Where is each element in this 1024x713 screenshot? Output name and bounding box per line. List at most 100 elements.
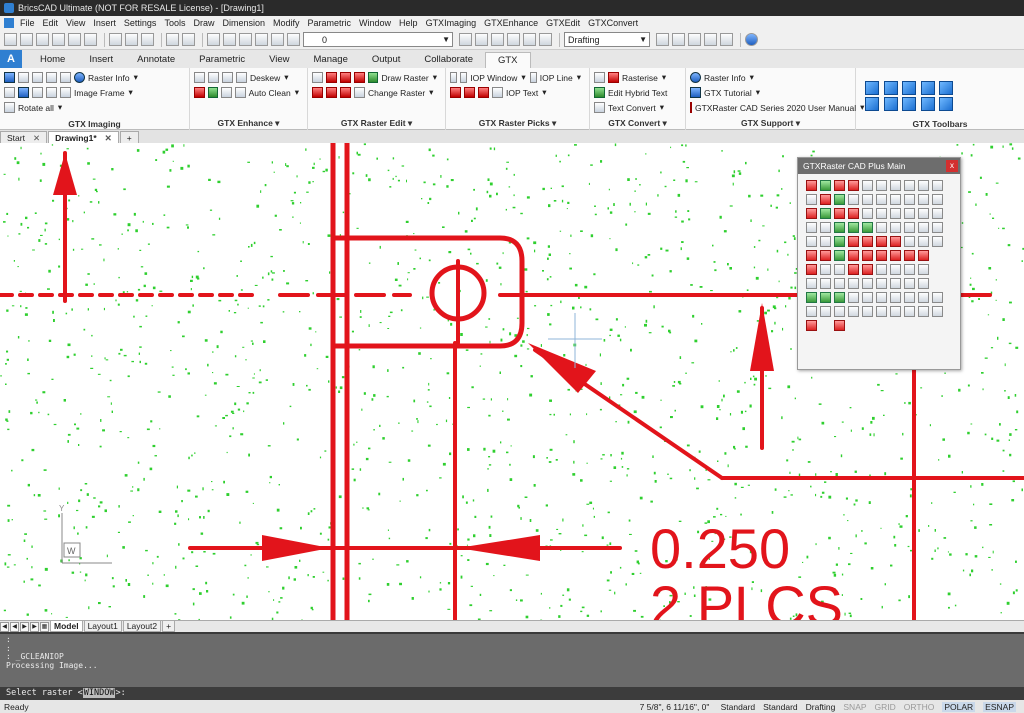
save-icon[interactable] xyxy=(36,33,49,46)
toolbar-tool-icon[interactable] xyxy=(820,278,831,289)
chevron-down-icon[interactable]: ▾ xyxy=(542,87,546,98)
chevron-down-icon[interactable]: ▾ xyxy=(129,87,133,98)
pick-area-icon[interactable] xyxy=(450,87,461,98)
change-raster-button[interactable]: Change Raster xyxy=(368,88,425,98)
toolbar-title-bar[interactable]: GTXRaster CAD Plus Main x xyxy=(798,158,960,174)
toolbar-tool-icon[interactable] xyxy=(904,250,915,261)
pick-line-icon[interactable] xyxy=(450,72,458,83)
iop-line-button[interactable]: IOP Line xyxy=(540,73,573,83)
toolbar-tool-icon[interactable] xyxy=(862,278,873,289)
toolbar-tool-icon[interactable] xyxy=(820,236,831,247)
prev-layout-icon[interactable]: ◀ xyxy=(10,621,19,632)
toolbar-tool-icon[interactable] xyxy=(806,208,817,219)
pick-poly-icon[interactable] xyxy=(464,87,475,98)
toolbar-tool-icon[interactable] xyxy=(820,194,831,205)
add-layout-button[interactable]: + xyxy=(162,621,176,632)
toolbar-tool-icon[interactable] xyxy=(862,250,873,261)
menu-parametric[interactable]: Parametric xyxy=(308,18,352,28)
tab-layout2[interactable]: Layout2 xyxy=(122,621,162,632)
toolbar-tool-icon[interactable] xyxy=(834,222,845,233)
iop-text-icon[interactable] xyxy=(492,87,503,98)
toolbar-tool-icon[interactable] xyxy=(918,180,929,191)
deskew-button[interactable]: Deskew xyxy=(250,73,280,83)
image-frame-icon[interactable] xyxy=(60,87,71,98)
toolbar-tool-icon[interactable] xyxy=(834,264,845,275)
gtx-enhance-toolbar-icon[interactable] xyxy=(883,81,898,95)
tab-collaborate[interactable]: Collaborate xyxy=(412,52,485,68)
gtx-tutorial-button[interactable]: GTX Tutorial xyxy=(704,88,752,98)
redo-icon[interactable] xyxy=(182,33,195,46)
match-properties-icon[interactable] xyxy=(207,33,220,46)
toolbar-tool-icon[interactable] xyxy=(904,194,915,205)
gtx-modify-toolbar-icon[interactable] xyxy=(920,97,935,111)
layout-grid-icon[interactable]: ▦ xyxy=(40,621,49,632)
raster-export-icon[interactable] xyxy=(32,87,43,98)
gtx-text-toolbar-icon[interactable] xyxy=(939,97,954,111)
zoom-previous-icon[interactable] xyxy=(720,33,733,46)
polar-toggle[interactable]: POLAR xyxy=(942,701,976,712)
raster-info-button[interactable]: Raster Info xyxy=(88,73,130,83)
iop-window-button[interactable]: IOP Window xyxy=(470,73,517,83)
toolbar-tool-icon[interactable] xyxy=(834,306,845,317)
pan-icon[interactable] xyxy=(656,33,669,46)
toolbar-tool-icon[interactable] xyxy=(848,250,859,261)
toolbar-tool-icon[interactable] xyxy=(890,278,901,289)
tab-view[interactable]: View xyxy=(257,52,301,68)
toolbar-tool-icon[interactable] xyxy=(876,306,887,317)
close-icon[interactable]: ✕ xyxy=(33,132,40,144)
raster-scan-icon[interactable] xyxy=(46,87,57,98)
chevron-down-icon[interactable]: ▾ xyxy=(660,102,664,113)
toolbar-tool-icon[interactable] xyxy=(932,222,943,233)
chevron-down-icon[interactable]: ▾ xyxy=(577,72,581,83)
vectorize-icon[interactable] xyxy=(594,72,605,83)
tab-gtx[interactable]: GTX xyxy=(484,52,531,68)
toolbar-tool-icon[interactable] xyxy=(806,320,817,331)
auto-clean-icon[interactable] xyxy=(234,87,246,98)
toolbar-tool-icon[interactable] xyxy=(876,278,887,289)
layer-combo[interactable]: 0 ▼ xyxy=(303,32,453,47)
layer-off-icon[interactable] xyxy=(539,33,552,46)
despeckle-icon[interactable] xyxy=(194,72,205,83)
tab-layout1[interactable]: Layout1 xyxy=(83,621,122,632)
chevron-down-icon[interactable]: ▾ xyxy=(662,72,666,83)
toolbar-tool-icon[interactable] xyxy=(848,222,859,233)
toolbar-tool-icon[interactable] xyxy=(806,236,817,247)
app-menu-icon[interactable] xyxy=(4,18,14,28)
toolbar-tool-icon[interactable] xyxy=(806,264,817,275)
tab-output[interactable]: Output xyxy=(360,52,413,68)
auto-clean-button[interactable]: Auto Clean xyxy=(249,88,291,98)
toolbar-tool-icon[interactable] xyxy=(904,208,915,219)
toolbar-tool-icon[interactable] xyxy=(806,194,817,205)
toolbar-tool-icon[interactable] xyxy=(904,222,915,233)
menu-dimension[interactable]: Dimension xyxy=(222,18,265,28)
toolbar-tool-icon[interactable] xyxy=(834,292,845,303)
layer-manager-icon[interactable] xyxy=(239,33,252,46)
layer-thaw-icon[interactable] xyxy=(271,33,284,46)
toolbar-tool-icon[interactable] xyxy=(806,292,817,303)
toolbar-tool-icon[interactable] xyxy=(876,236,887,247)
rline-icon[interactable] xyxy=(312,72,323,83)
raster-info-icon[interactable] xyxy=(74,72,85,83)
toolbar-tool-icon[interactable] xyxy=(876,180,887,191)
gtx-edit-toolbar-icon[interactable] xyxy=(902,81,917,95)
menu-help[interactable]: Help xyxy=(399,18,418,28)
first-layout-icon[interactable]: ◀ xyxy=(0,621,9,632)
edit-hybrid-text-button[interactable]: Edit Hybrid Text xyxy=(608,88,667,98)
draw-raster-icon[interactable] xyxy=(367,72,379,83)
zoom-window-icon[interactable] xyxy=(688,33,701,46)
toolbar-tool-icon[interactable] xyxy=(890,306,901,317)
toolbar-tool-icon[interactable] xyxy=(806,222,817,233)
tab-model[interactable]: Model xyxy=(50,621,83,632)
toolbar-tool-icon[interactable] xyxy=(876,208,887,219)
deskew-icon[interactable] xyxy=(236,72,247,83)
rubber-sheet-icon[interactable] xyxy=(221,87,232,98)
toolbar-tool-icon[interactable] xyxy=(862,194,873,205)
toolbar-tool-icon[interactable] xyxy=(848,180,859,191)
move-icon[interactable] xyxy=(312,87,323,98)
chevron-down-icon[interactable]: ▾ xyxy=(134,72,138,83)
toolbar-tool-icon[interactable] xyxy=(862,208,873,219)
toolbar-tool-icon[interactable] xyxy=(862,180,873,191)
status-workspace[interactable]: Drafting xyxy=(806,702,836,712)
toolbar-tool-icon[interactable] xyxy=(918,278,929,289)
menu-file[interactable]: File xyxy=(20,18,35,28)
